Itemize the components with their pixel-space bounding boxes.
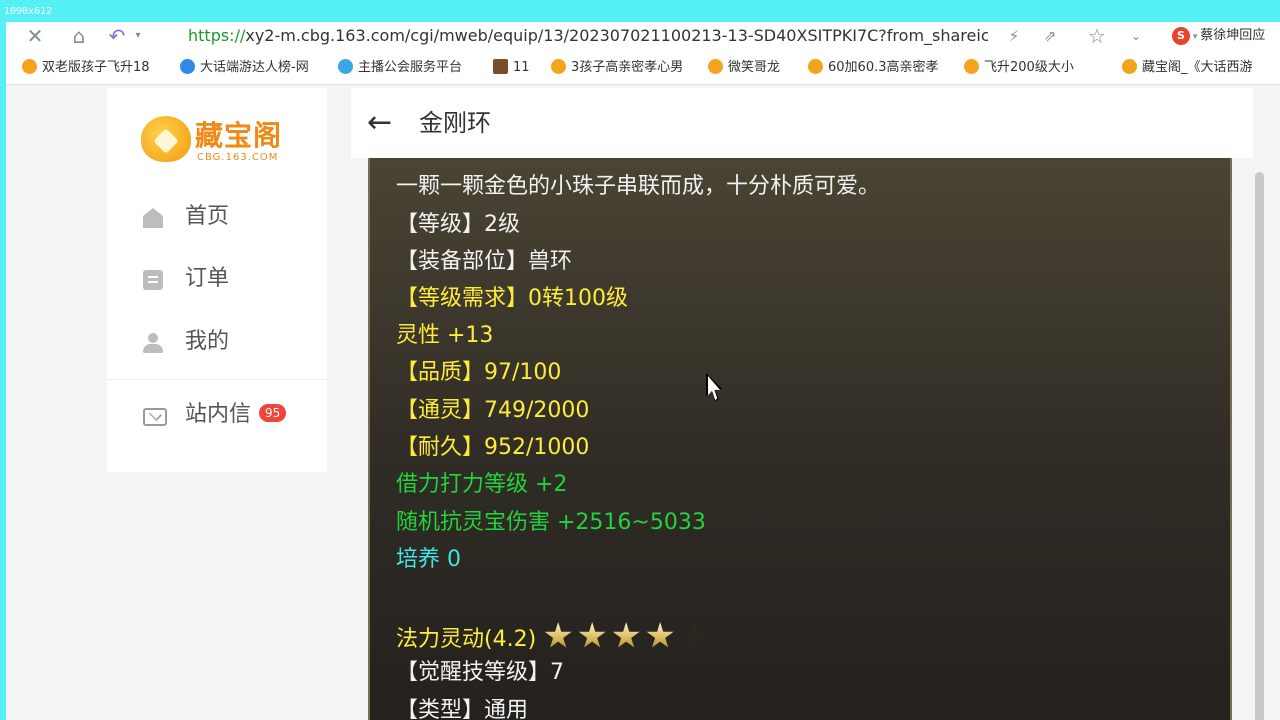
sidebar-item-label: 我的 [185, 329, 230, 354]
bookmarks-bar: 双老版孩子飞升18 大话端游达人榜-网 主播公会服务平台 11 3孩子高亲密孝心… [6, 52, 1280, 85]
star-filled-icon [612, 622, 640, 648]
main-header: ← 金刚环 [351, 88, 1253, 158]
logo-name: 藏宝阁 [195, 119, 283, 152]
bookmark-item[interactable]: 藏宝阁_《大话西游 [1122, 52, 1274, 84]
page-content: 藏宝阁 CBG.163.COM 首页 订单 我的 站内信 95 ← 金刚环 一颗… [6, 85, 1280, 720]
user-name: 蔡徐坤回应 [1200, 28, 1266, 43]
item-bonus-resist: 随机抗灵宝伤害 +2516~5033 [396, 510, 706, 535]
star-filled-icon [578, 622, 606, 648]
item-quality: 【品质】97/100 [396, 360, 562, 385]
bookmark-item[interactable]: 主播公会服务平台 [338, 52, 484, 84]
skill-name: 法力灵动(4.2) [396, 627, 537, 652]
sidebar-item-messages[interactable]: 站内信 95 [107, 390, 327, 440]
chevron-down-icon[interactable]: ⌄ [1128, 22, 1144, 50]
bookmark-icon [808, 59, 823, 74]
item-tongling: 【通灵】749/2000 [396, 398, 590, 423]
unread-badge: 95 [259, 404, 287, 422]
star-icon[interactable]: ☆ [1086, 22, 1108, 50]
item-type: 【类型】通用 [396, 698, 529, 720]
awaken-skill-level: 【觉醒技等级】7 [396, 660, 564, 685]
order-icon [143, 270, 163, 290]
sidebar: 藏宝阁 CBG.163.COM 首页 订单 我的 站内信 95 [107, 88, 327, 472]
back-arrow-icon[interactable]: ← [367, 103, 392, 143]
equipment-detail-panel: 一颗一颗金色的小珠子串联而成，十分朴质可爱。 【等级】2级 【装备部位】兽环 【… [368, 158, 1232, 720]
page-title: 金刚环 [419, 109, 491, 137]
bookmark-icon [964, 59, 979, 74]
sidebar-item-label: 首页 [185, 204, 230, 229]
skill-rating [544, 622, 714, 659]
bookmark-item[interactable]: 大话端游达人榜-网 [180, 52, 322, 84]
bookmark-icon [708, 59, 723, 74]
scrollbar[interactable] [1253, 158, 1267, 720]
mail-icon [143, 408, 167, 426]
bookmark-icon [338, 59, 353, 74]
lightning-icon[interactable]: ⚡ [1004, 22, 1024, 50]
bookmark-item[interactable]: 双老版孩子飞升18 [22, 52, 170, 84]
sidebar-item-orders[interactable]: 订单 [107, 254, 327, 304]
skill-row: 法力灵动(4.2) [396, 622, 714, 659]
home-icon [143, 208, 163, 228]
home-icon[interactable]: ⌂ [66, 22, 92, 50]
chevron-down-icon[interactable]: ▾ [132, 22, 144, 50]
item-durability: 【耐久】952/1000 [396, 435, 590, 460]
item-cultivation: 培养 0 [396, 547, 461, 572]
scrollbar-thumb[interactable] [1255, 172, 1264, 720]
url-field[interactable]: https://xy2-m.cbg.163.com/cgi/mweb/equip… [188, 22, 988, 50]
url-protocol: https:// [188, 26, 246, 45]
undo-icon[interactable]: ↶ [106, 22, 128, 50]
address-bar: ✕ ⌂ ↶ ▾ https://xy2-m.cbg.163.com/cgi/mw… [6, 22, 1280, 50]
item-spirit: 灵性 +13 [396, 323, 494, 348]
bookmark-icon [22, 59, 37, 74]
bookmark-item[interactable]: 11 [493, 52, 541, 84]
sidebar-item-mine[interactable]: 我的 [107, 317, 327, 367]
bookmark-icon [493, 59, 508, 74]
bookmark-icon [1122, 59, 1137, 74]
bookmark-item[interactable]: 微笑哥龙 [708, 52, 798, 84]
bookmark-item[interactable]: 飞升200级大小 [964, 52, 1112, 84]
sidebar-divider [107, 379, 327, 380]
item-description: 一颗一颗金色的小珠子串联而成，十分朴质可爱。 [396, 174, 881, 199]
bookmark-item[interactable]: 60加60.3高亲密孝 [808, 52, 952, 84]
share-icon[interactable]: ⇗ [1040, 22, 1060, 50]
item-level-requirement: 【等级需求】0转100级 [396, 286, 628, 311]
item-bonus-skill: 借力打力等级 +2 [396, 472, 568, 497]
star-filled-icon [544, 622, 572, 648]
star-empty-icon [680, 622, 708, 648]
bookmark-item[interactable]: 3孩子高亲密孝心男 [551, 52, 691, 84]
logo-subtitle: CBG.163.COM [197, 152, 279, 163]
bookmark-icon [551, 59, 566, 74]
cbg-logo[interactable]: 藏宝阁 CBG.163.COM [139, 110, 299, 170]
item-level: 【等级】2级 [396, 212, 520, 237]
url-path: xy2-m.cbg.163.com/cgi/mweb/equip/13/2023… [245, 26, 988, 45]
search-engine-logo: S [1172, 26, 1190, 45]
user-icon [143, 333, 163, 353]
sidebar-item-label: 订单 [185, 266, 230, 291]
star-filled-icon [646, 622, 674, 648]
sidebar-item-home[interactable]: 首页 [107, 192, 327, 242]
close-icon[interactable]: ✕ [24, 22, 46, 50]
browser-window: ✕ ⌂ ↶ ▾ https://xy2-m.cbg.163.com/cgi/mw… [6, 22, 1280, 720]
bookmark-icon [180, 59, 195, 74]
user-area[interactable]: S ▾ 蔡徐坤回应 [1172, 22, 1265, 50]
sidebar-item-label: 站内信 [185, 402, 252, 427]
item-slot: 【装备部位】兽环 [396, 249, 573, 274]
resolution-label: 1090x612 [4, 6, 53, 17]
